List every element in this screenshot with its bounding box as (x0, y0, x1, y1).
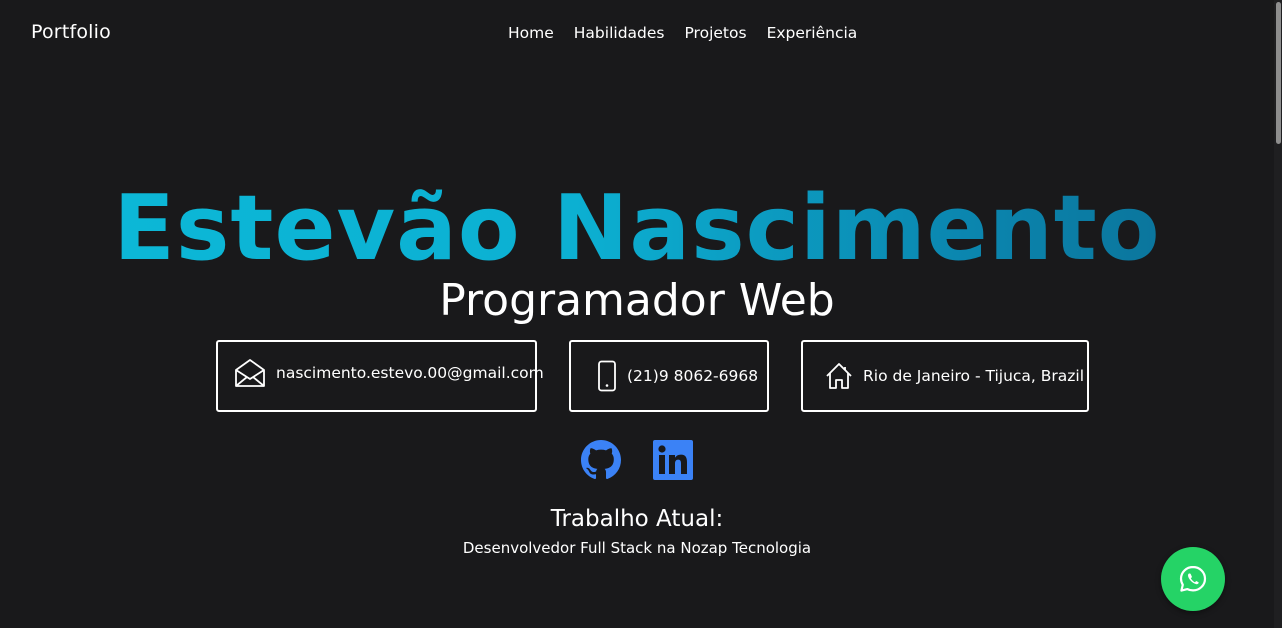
nav-links: Home Habilidades Projetos Experiência (508, 24, 857, 42)
envelope-icon (235, 359, 265, 387)
hero-role: Programador Web (439, 275, 835, 326)
current-work-description: Desenvolvedor Full Stack na Nozap Tecnol… (462, 539, 812, 557)
contact-email[interactable]: nascimento.estevo.00@gmail.com (216, 340, 544, 412)
current-work-title: Trabalho Atual: (550, 506, 724, 532)
scrollbar[interactable] (1274, 0, 1282, 628)
whatsapp-icon (1179, 565, 1207, 592)
contact-location-text: Rio de Janeiro - Tijuca, Brazil (863, 367, 1085, 385)
github-icon (581, 440, 621, 480)
phone-icon (598, 360, 616, 392)
hero-name: Estevão Nascimento (0, 174, 1274, 284)
navbar: Portfolio Home Habilidades Projetos Expe… (0, 0, 1274, 68)
contact-email-text: nascimento.estevo.00@gmail.com (276, 364, 544, 382)
brand-logo[interactable]: Portfolio (31, 21, 111, 43)
social-links (0, 440, 1274, 480)
contact-location[interactable]: Rio de Janeiro - Tijuca, Brazil (801, 340, 1089, 412)
contact-phone-text: (21)9 8062-6968 (627, 367, 759, 385)
nav-link-experiencia[interactable]: Experiência (767, 24, 858, 42)
whatsapp-button[interactable] (1161, 547, 1225, 611)
scrollbar-thumb[interactable] (1276, 2, 1281, 144)
contact-phone[interactable]: (21)9 8062-6968 (569, 340, 769, 412)
page: Portfolio Home Habilidades Projetos Expe… (0, 0, 1282, 628)
linkedin-icon (653, 440, 693, 480)
nav-link-projetos[interactable]: Projetos (684, 24, 746, 42)
home-icon (826, 363, 852, 389)
nav-link-habilidades[interactable]: Habilidades (574, 24, 665, 42)
linkedin-link[interactable] (653, 440, 693, 480)
github-link[interactable] (581, 440, 621, 480)
nav-link-home[interactable]: Home (508, 24, 554, 42)
